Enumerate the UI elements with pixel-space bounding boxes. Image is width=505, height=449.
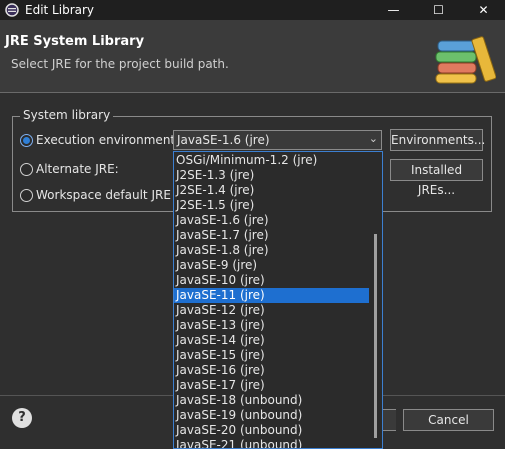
dropdown-item[interactable]: J2SE-1.4 (jre) (174, 183, 369, 198)
dialog-banner: JRE System Library Select JRE for the pr… (0, 20, 505, 93)
dropdown-item[interactable]: JavaSE-21 (unbound) (174, 438, 369, 448)
dropdown-item[interactable]: JavaSE-14 (jre) (174, 333, 369, 348)
title-bar: Edit Library — ☐ ✕ (0, 0, 505, 20)
eclipse-app-icon (5, 3, 19, 17)
dropdown-scrollbar[interactable] (374, 234, 377, 438)
environment-dropdown-list[interactable]: OSGi/Minimum-1.2 (jre) J2SE-1.3 (jre) J2SE… (173, 151, 383, 449)
combo-value: JavaSE-1.6 (jre) (177, 133, 270, 147)
banner-message: Select JRE for the project build path. (11, 57, 229, 71)
alternate-jre-label: Alternate JRE: (36, 162, 119, 176)
installed-jres-button[interactable]: Installed JREs... (390, 159, 483, 197)
dropdown-item[interactable]: JavaSE-1.6 (jre) (174, 213, 369, 228)
library-books-icon (435, 36, 496, 84)
maximize-button[interactable]: ☐ (416, 0, 461, 20)
environments-button[interactable]: Environments... (390, 129, 485, 151)
execution-environment-label: Execution environment: (36, 133, 180, 147)
dropdown-item[interactable]: JavaSE-19 (unbound) (174, 408, 369, 423)
chevron-down-icon[interactable]: ⌄ (369, 132, 378, 145)
workspace-default-jre-label: Workspace default JRE (jr (36, 188, 188, 202)
dropdown-item[interactable]: JavaSE-1.8 (jre) (174, 243, 369, 258)
dropdown-item[interactable]: JavaSE-9 (jre) (174, 258, 369, 273)
dropdown-item[interactable]: JavaSE-12 (jre) (174, 303, 369, 318)
alternate-jre-radio[interactable] (20, 163, 33, 176)
execution-environment-radio[interactable] (20, 134, 33, 147)
dropdown-item[interactable]: JavaSE-15 (jre) (174, 348, 369, 363)
dropdown-item[interactable]: JavaSE-16 (jre) (174, 363, 369, 378)
workspace-default-jre-radio[interactable] (20, 189, 33, 202)
dropdown-item[interactable]: JavaSE-18 (unbound) (174, 393, 369, 408)
window-title: Edit Library (25, 3, 95, 17)
execution-environment-combo[interactable]: JavaSE-1.6 (jre) ⌄ (173, 130, 382, 150)
dropdown-item[interactable]: J2SE-1.5 (jre) (174, 198, 369, 213)
cancel-button[interactable]: Cancel (403, 409, 494, 431)
dropdown-item[interactable]: JavaSE-11 (jre) (174, 288, 369, 303)
help-icon[interactable]: ? (12, 408, 32, 428)
minimize-button[interactable]: — (371, 0, 416, 20)
close-button[interactable]: ✕ (461, 0, 505, 20)
dropdown-item[interactable]: JavaSE-13 (jre) (174, 318, 369, 333)
dropdown-item[interactable]: OSGi/Minimum-1.2 (jre) (174, 153, 369, 168)
banner-title: JRE System Library (5, 34, 145, 49)
dropdown-item[interactable]: JavaSE-17 (jre) (174, 378, 369, 393)
dropdown-item[interactable]: JavaSE-1.7 (jre) (174, 228, 369, 243)
system-library-group-label: System library (20, 108, 114, 122)
dropdown-item[interactable]: J2SE-1.3 (jre) (174, 168, 369, 183)
dropdown-item[interactable]: JavaSE-10 (jre) (174, 273, 369, 288)
dropdown-item[interactable]: JavaSE-20 (unbound) (174, 423, 369, 438)
